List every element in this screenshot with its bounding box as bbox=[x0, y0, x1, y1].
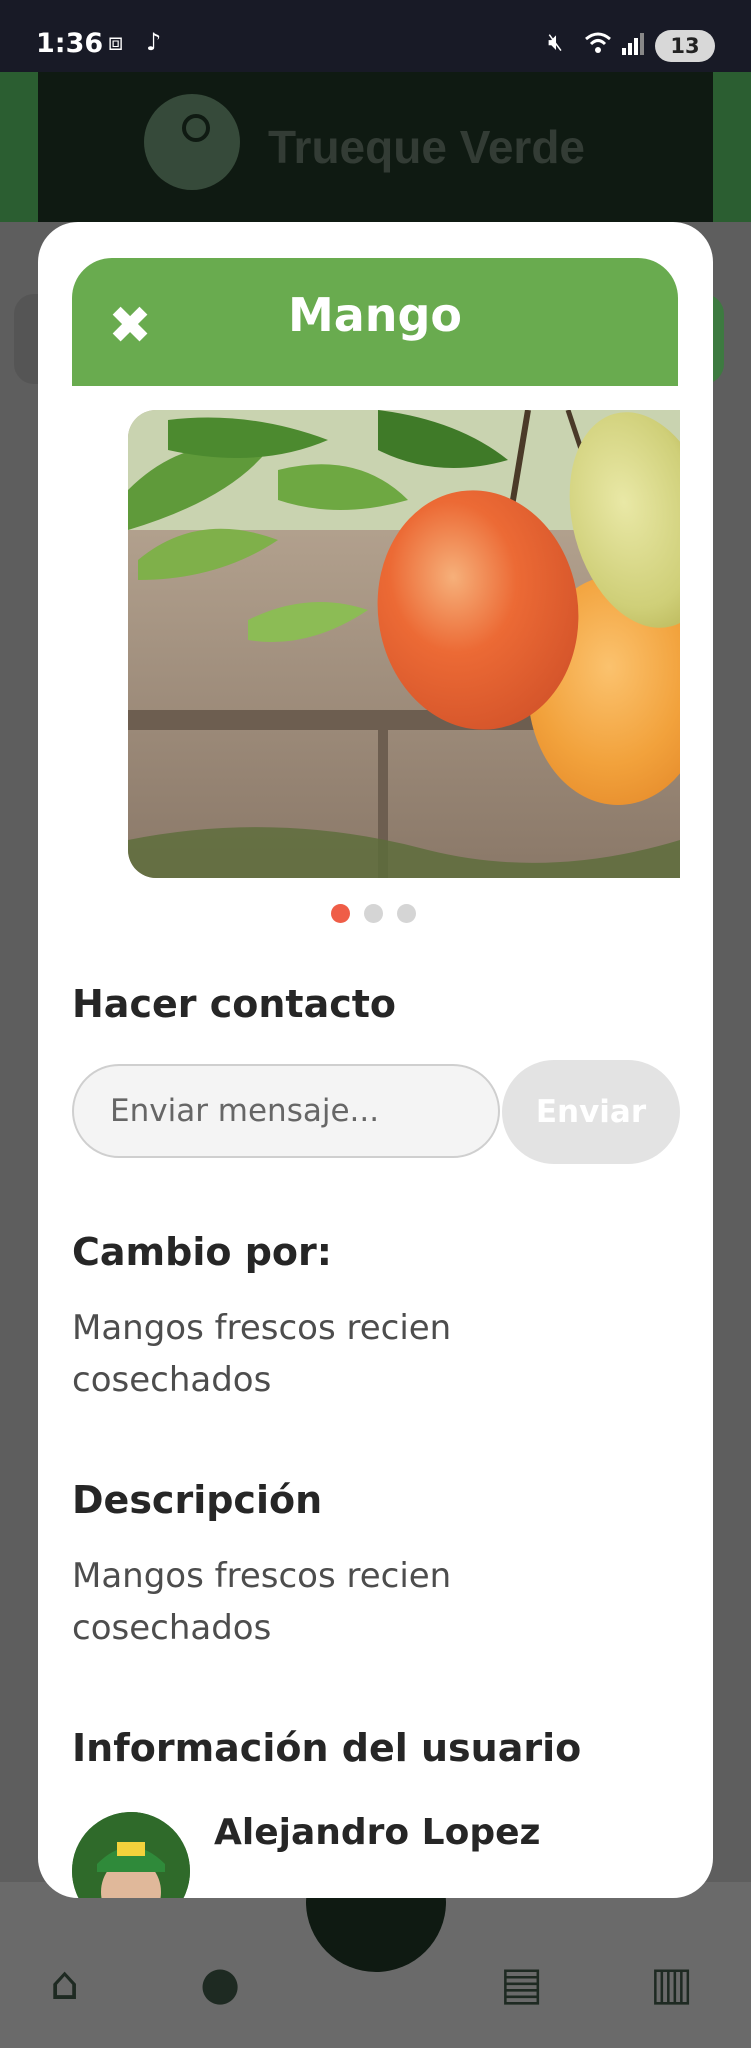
modal-header: ✖ Mango bbox=[72, 258, 678, 386]
signal-icon bbox=[622, 33, 644, 55]
exchange-heading: Cambio por: bbox=[72, 1230, 332, 1274]
exchange-text: Mangos frescos recien cosechados bbox=[72, 1308, 452, 1400]
tiktok-icon: ♪ bbox=[146, 28, 162, 56]
map-icon: ▥ bbox=[650, 1956, 694, 2010]
carousel-dot-3[interactable] bbox=[397, 904, 416, 923]
mute-icon: 🔇︎ bbox=[548, 28, 564, 56]
user-photo bbox=[72, 1812, 190, 1898]
modal-title: Mango bbox=[287, 288, 463, 342]
contact-heading: Hacer contacto bbox=[72, 982, 397, 1026]
carousel-dot-2[interactable] bbox=[364, 904, 383, 923]
app-title: Trueque Verde bbox=[268, 121, 586, 173]
battery-level: 13 bbox=[670, 34, 700, 58]
messages-icon: ▤ bbox=[500, 1956, 544, 2010]
screenshot-icon: ⧈ bbox=[108, 28, 124, 56]
carousel-dot-1[interactable] bbox=[331, 904, 350, 923]
user-name[interactable]: Alejandro Lopez bbox=[214, 1812, 540, 1853]
description-heading: Descripción bbox=[72, 1478, 323, 1522]
image-carousel[interactable] bbox=[128, 410, 680, 878]
description-text: Mangos frescos recien cosechados bbox=[72, 1556, 452, 1648]
profile-icon: ● bbox=[200, 1956, 241, 2010]
status-bar: 1:36 ⧈ ♪ 🔇︎ 13 bbox=[0, 0, 751, 72]
battery-icon: 13 bbox=[655, 30, 715, 62]
mango-photo bbox=[128, 410, 680, 878]
send-button[interactable]: Enviar bbox=[502, 1060, 680, 1164]
avatar[interactable] bbox=[72, 1812, 190, 1898]
product-modal: ✖ Mango Hacer contacto Enviar mensaje...… bbox=[38, 222, 713, 1898]
wifi-icon bbox=[585, 32, 611, 53]
message-input[interactable] bbox=[72, 1064, 500, 1158]
app-logo bbox=[144, 94, 240, 190]
app-header: Trueque Verde bbox=[0, 72, 751, 222]
user-info-heading: Información del usuario bbox=[72, 1726, 582, 1770]
home-icon: ⌂ bbox=[50, 1956, 80, 2010]
clock: 1:36 bbox=[36, 28, 104, 59]
carousel-dots bbox=[331, 904, 430, 924]
